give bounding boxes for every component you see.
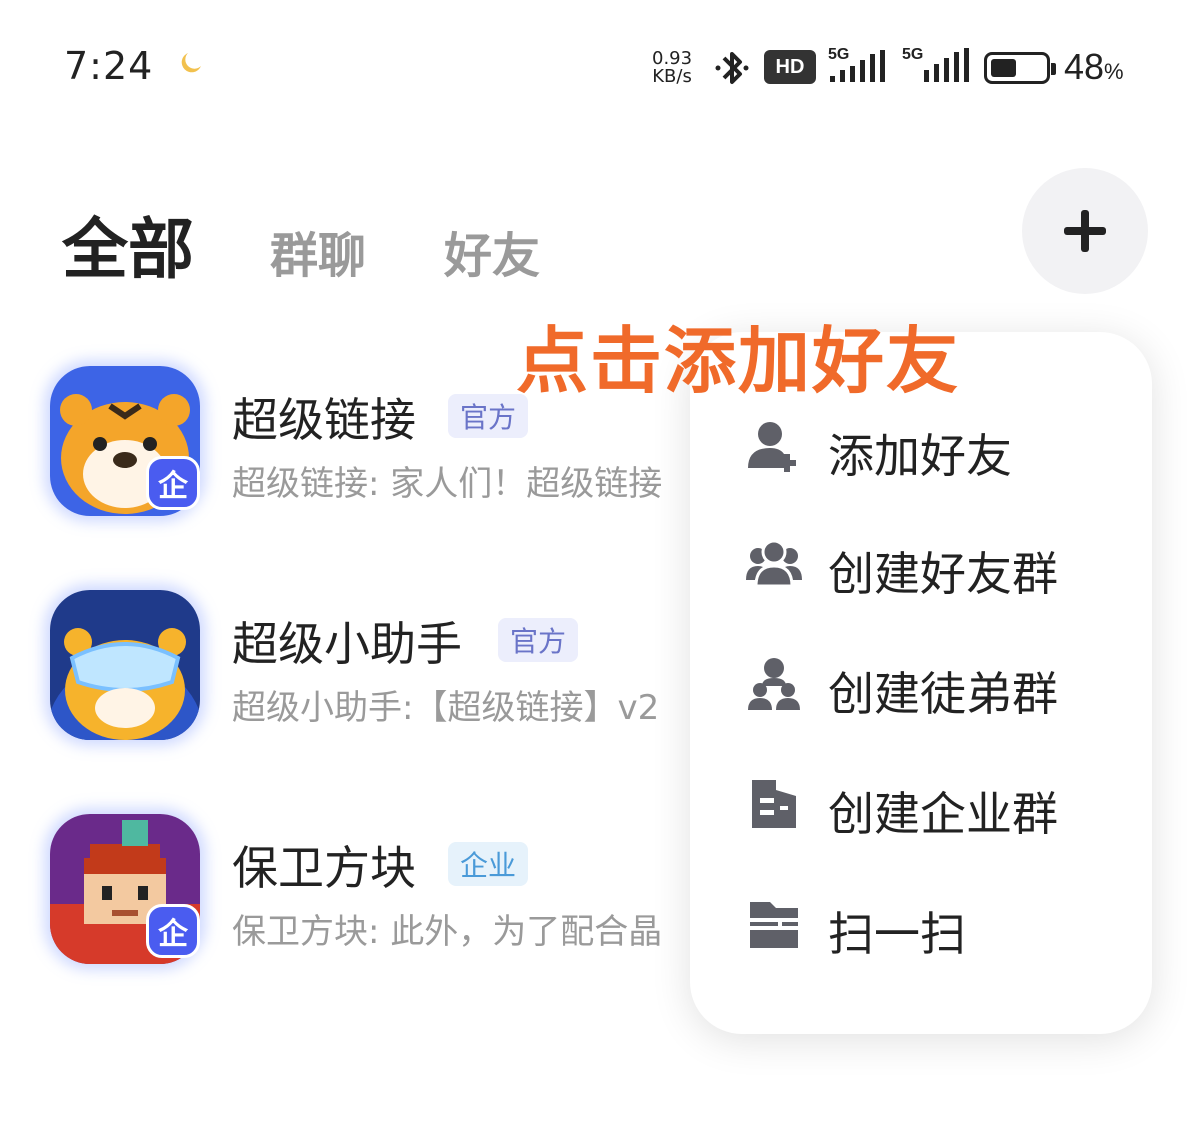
- network-speed: 0.93 KB/s: [652, 48, 693, 87]
- avatar: [50, 590, 200, 740]
- signal-icon-2: 5G: [902, 46, 972, 86]
- menu-item-scan[interactable]: 扫一扫: [690, 874, 1152, 974]
- menu-item-create-enterprise-group[interactable]: 创建企业群: [690, 754, 1152, 854]
- plus-icon: [1064, 210, 1106, 252]
- menu-item-label: 创建企业群: [828, 787, 1058, 841]
- add-friend-icon: [748, 422, 796, 472]
- battery-level: [991, 59, 1016, 77]
- menu-item-label: 添加好友: [828, 429, 1012, 483]
- menu-item-label: 创建徒弟群: [828, 667, 1058, 721]
- menu-item-add-friend[interactable]: 添加好友: [690, 396, 1152, 496]
- enterprise-badge: 企: [146, 456, 200, 510]
- annotation-text: 点击添加好友: [516, 319, 961, 403]
- enterprise-tag: 企业: [448, 842, 529, 886]
- bluetooth-icon: [715, 52, 749, 84]
- chat-preview: 保卫方块: 此外，为了配合晶: [232, 912, 663, 952]
- chat-list-item[interactable]: 超级小助手 官方 超级小助手:【超级链接】v2: [50, 590, 700, 750]
- menu-item-create-apprentice-group[interactable]: 创建徒弟群: [690, 634, 1152, 734]
- add-button[interactable]: [1022, 168, 1148, 294]
- tab-friends[interactable]: 好友: [444, 216, 540, 286]
- chat-name: 超级链接: [232, 393, 416, 447]
- chat-list-item[interactable]: 企 保卫方块 企业 保卫方块: 此外，为了配合晶: [50, 814, 700, 974]
- chat-name: 超级小助手: [232, 617, 462, 671]
- enterprise-group-icon: [752, 780, 796, 828]
- menu-item-label: 创建好友群: [828, 547, 1058, 601]
- apprentice-group-icon: [748, 658, 800, 710]
- tab-all[interactable]: 全部: [62, 196, 194, 292]
- tab-group-chat[interactable]: 群聊: [270, 216, 366, 286]
- menu-item-label: 扫一扫: [828, 907, 966, 961]
- enterprise-badge: 企: [146, 904, 200, 958]
- official-tag: 官方: [498, 618, 579, 662]
- add-menu-popup: 添加好友 创建好友群 创建徒弟群 创建企业群 扫一扫: [690, 332, 1152, 1034]
- signal-icon-1: 5G: [828, 46, 898, 86]
- chat-preview: 超级小助手:【超级链接】v2: [232, 688, 660, 728]
- menu-item-create-friend-group[interactable]: 创建好友群: [690, 514, 1152, 614]
- hd-voice-icon: HD: [764, 50, 816, 84]
- scan-icon: [750, 902, 798, 948]
- chat-preview: 超级链接: 家人们！超级链接: [232, 464, 663, 504]
- status-time: 7:24: [64, 44, 154, 88]
- battery-icon: [984, 52, 1056, 84]
- friend-group-icon: [746, 539, 802, 588]
- moon-icon: [181, 53, 201, 73]
- chat-name: 保卫方块: [232, 841, 416, 895]
- battery-percent: 48%: [1064, 46, 1124, 87]
